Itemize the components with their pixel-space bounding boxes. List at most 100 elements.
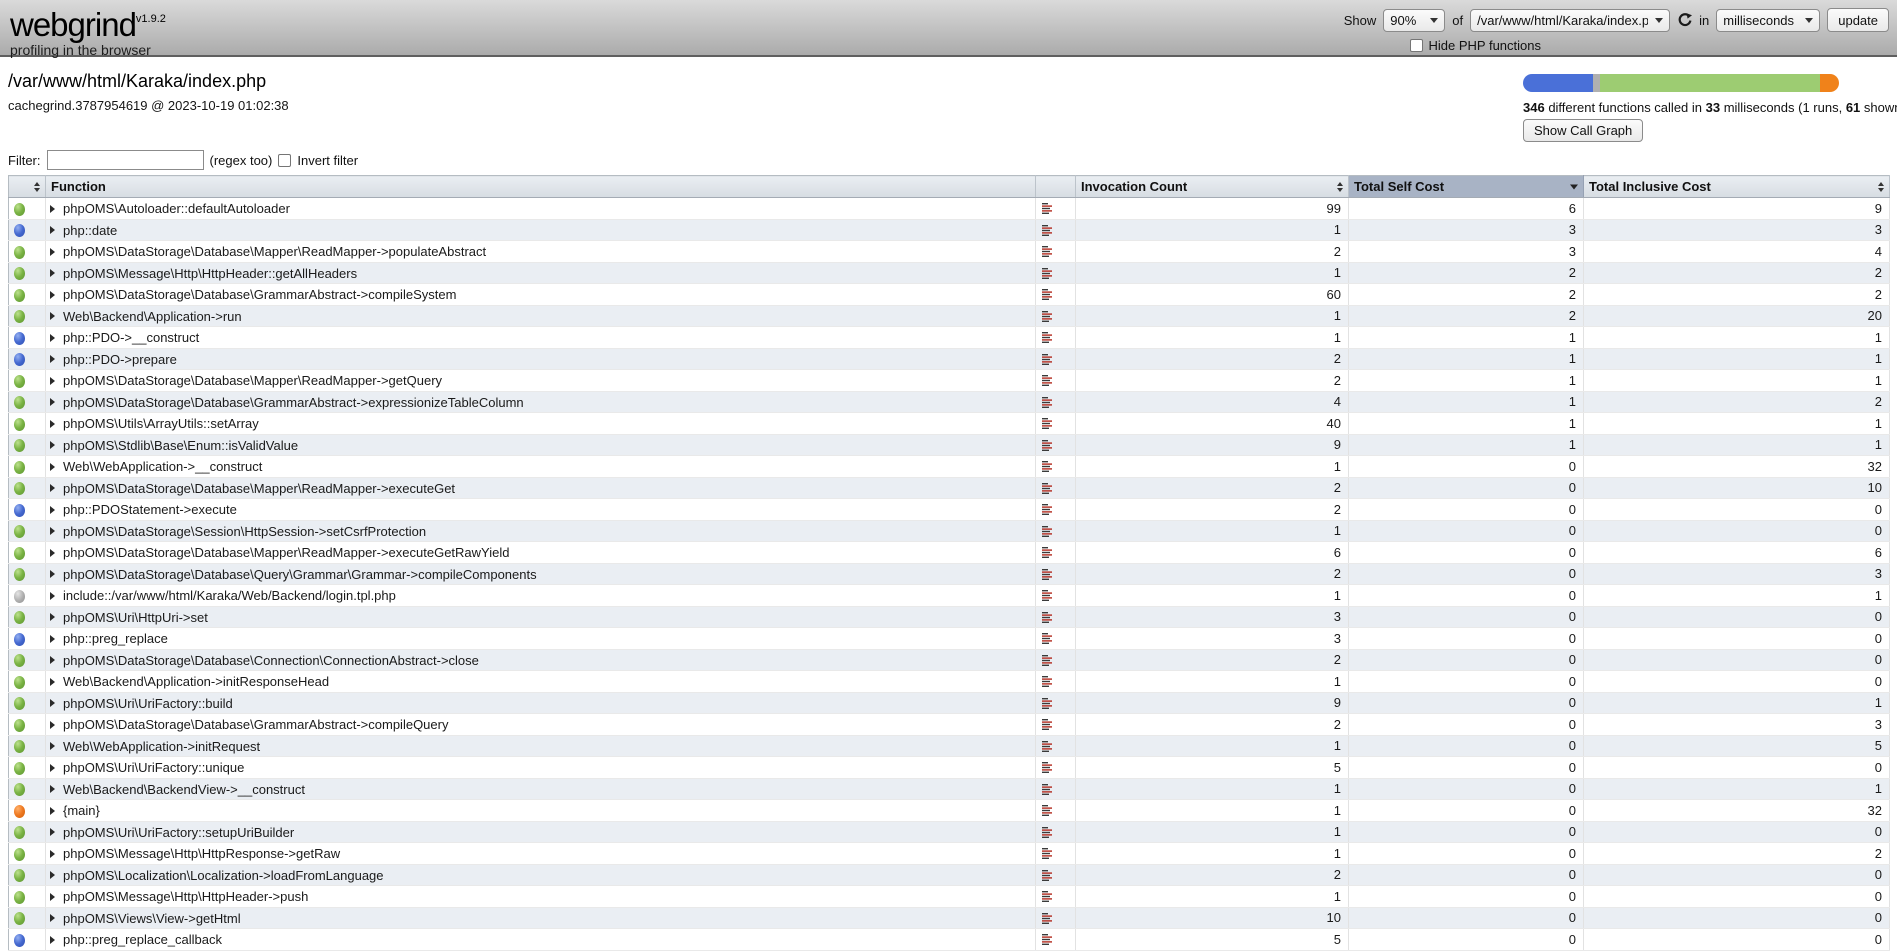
source-lines-icon[interactable] [1042,202,1055,216]
table-row[interactable]: phpOMS\Message\Http\HttpHeader->push 1 0… [9,886,1890,908]
table-row[interactable]: phpOMS\DataStorage\Database\Mapper\ReadM… [9,542,1890,564]
expand-arrow-icon[interactable] [50,936,55,944]
hide-php-checkbox[interactable] [1410,39,1423,52]
column-header-total-self-cost[interactable]: Total Self Cost [1349,176,1584,198]
source-lines-icon[interactable] [1042,783,1055,797]
source-lines-icon[interactable] [1042,503,1055,517]
source-lines-icon[interactable] [1042,890,1055,904]
expand-arrow-icon[interactable] [50,334,55,342]
table-row[interactable]: phpOMS\DataStorage\Database\Connection\C… [9,649,1890,671]
expand-arrow-icon[interactable] [50,828,55,836]
source-lines-icon[interactable] [1042,568,1055,582]
expand-arrow-icon[interactable] [50,226,55,234]
expand-arrow-icon[interactable] [50,721,55,729]
expand-arrow-icon[interactable] [50,807,55,815]
expand-arrow-icon[interactable] [50,312,55,320]
table-row[interactable]: {main} 1 0 32 [9,800,1890,822]
source-lines-icon[interactable] [1042,912,1055,926]
source-lines-icon[interactable] [1042,396,1055,410]
invert-filter-checkbox[interactable] [278,154,291,167]
table-row[interactable]: phpOMS\DataStorage\Database\Mapper\ReadM… [9,241,1890,263]
sort-icon[interactable] [34,182,40,192]
expand-arrow-icon[interactable] [50,463,55,471]
expand-arrow-icon[interactable] [50,484,55,492]
source-lines-icon[interactable] [1042,310,1055,324]
table-row[interactable]: phpOMS\DataStorage\Database\GrammarAbstr… [9,714,1890,736]
table-row[interactable]: php::preg_replace_callback 5 0 0 [9,929,1890,951]
table-row[interactable]: phpOMS\Utils\ArrayUtils::setArray 40 1 1 [9,413,1890,435]
expand-arrow-icon[interactable] [50,914,55,922]
show-percent-select[interactable]: 90% [1383,9,1445,32]
source-lines-icon[interactable] [1042,869,1055,883]
table-row[interactable]: phpOMS\DataStorage\Session\HttpSession->… [9,520,1890,542]
source-lines-icon[interactable] [1042,224,1055,238]
column-header-total-inclusive-cost[interactable]: Total Inclusive Cost [1584,176,1890,198]
expand-arrow-icon[interactable] [50,355,55,363]
expand-arrow-icon[interactable] [50,527,55,535]
table-row[interactable]: Web\Backend\BackendView->__construct 1 0… [9,778,1890,800]
expand-arrow-icon[interactable] [50,377,55,385]
source-lines-icon[interactable] [1042,761,1055,775]
table-row[interactable]: phpOMS\Uri\UriFactory::build 9 0 1 [9,692,1890,714]
table-row[interactable]: phpOMS\DataStorage\Database\Mapper\ReadM… [9,370,1890,392]
hide-php-label[interactable]: Hide PHP functions [1429,38,1542,53]
table-row[interactable]: Web\Backend\Application->initResponseHea… [9,671,1890,693]
source-lines-icon[interactable] [1042,331,1055,345]
profile-file-select[interactable]: /var/www/html/Karaka/index.p [1470,9,1670,32]
source-lines-icon[interactable] [1042,288,1055,302]
table-row[interactable]: php::date 1 3 3 [9,219,1890,241]
sort-icon[interactable] [1337,182,1343,192]
table-row[interactable]: phpOMS\Localization\Localization->loadFr… [9,864,1890,886]
table-row[interactable]: phpOMS\DataStorage\Database\GrammarAbstr… [9,284,1890,306]
expand-arrow-icon[interactable] [50,398,55,406]
table-row[interactable]: phpOMS\DataStorage\Database\Mapper\ReadM… [9,477,1890,499]
expand-arrow-icon[interactable] [50,699,55,707]
expand-arrow-icon[interactable] [50,441,55,449]
filter-input[interactable] [47,150,204,170]
source-lines-icon[interactable] [1042,632,1055,646]
column-header-invocation-count[interactable]: Invocation Count [1076,176,1349,198]
source-lines-icon[interactable] [1042,804,1055,818]
expand-arrow-icon[interactable] [50,506,55,514]
expand-arrow-icon[interactable] [50,420,55,428]
expand-arrow-icon[interactable] [50,742,55,750]
source-lines-icon[interactable] [1042,546,1055,560]
source-lines-icon[interactable] [1042,353,1055,367]
source-lines-icon[interactable] [1042,482,1055,496]
column-header-function[interactable]: Function [46,176,1036,198]
table-row[interactable]: Web\WebApplication->initRequest 1 0 5 [9,735,1890,757]
expand-arrow-icon[interactable] [50,269,55,277]
source-lines-icon[interactable] [1042,374,1055,388]
expand-arrow-icon[interactable] [50,592,55,600]
expand-arrow-icon[interactable] [50,549,55,557]
source-lines-icon[interactable] [1042,675,1055,689]
source-lines-icon[interactable] [1042,826,1055,840]
source-lines-icon[interactable] [1042,611,1055,625]
source-lines-icon[interactable] [1042,439,1055,453]
expand-arrow-icon[interactable] [50,291,55,299]
table-row[interactable]: Web\WebApplication->__construct 1 0 32 [9,456,1890,478]
source-lines-icon[interactable] [1042,460,1055,474]
table-row[interactable]: php::preg_replace 3 0 0 [9,628,1890,650]
expand-arrow-icon[interactable] [50,764,55,772]
expand-arrow-icon[interactable] [50,871,55,879]
table-row[interactable]: phpOMS\Message\Http\HttpHeader::getAllHe… [9,262,1890,284]
table-row[interactable]: phpOMS\Uri\HttpUri->set 3 0 0 [9,606,1890,628]
source-lines-icon[interactable] [1042,718,1055,732]
table-row[interactable]: phpOMS\DataStorage\Database\GrammarAbstr… [9,391,1890,413]
source-lines-icon[interactable] [1042,847,1055,861]
source-lines-icon[interactable] [1042,417,1055,431]
sort-icon[interactable] [1878,182,1884,192]
table-row[interactable]: phpOMS\Autoloader::defaultAutoloader 99 … [9,198,1890,220]
table-row[interactable]: phpOMS\Stdlib\Base\Enum::isValidValue 9 … [9,434,1890,456]
table-row[interactable]: php::PDOStatement->execute 2 0 0 [9,499,1890,521]
source-lines-icon[interactable] [1042,740,1055,754]
expand-arrow-icon[interactable] [50,613,55,621]
expand-arrow-icon[interactable] [50,635,55,643]
expand-arrow-icon[interactable] [50,785,55,793]
source-lines-icon[interactable] [1042,245,1055,259]
table-row[interactable]: phpOMS\Uri\UriFactory::unique 5 0 0 [9,757,1890,779]
table-row[interactable]: Web\Backend\Application->run 1 2 20 [9,305,1890,327]
table-row[interactable]: phpOMS\Views\View->getHtml 10 0 0 [9,907,1890,929]
unit-select[interactable]: milliseconds [1716,9,1820,32]
